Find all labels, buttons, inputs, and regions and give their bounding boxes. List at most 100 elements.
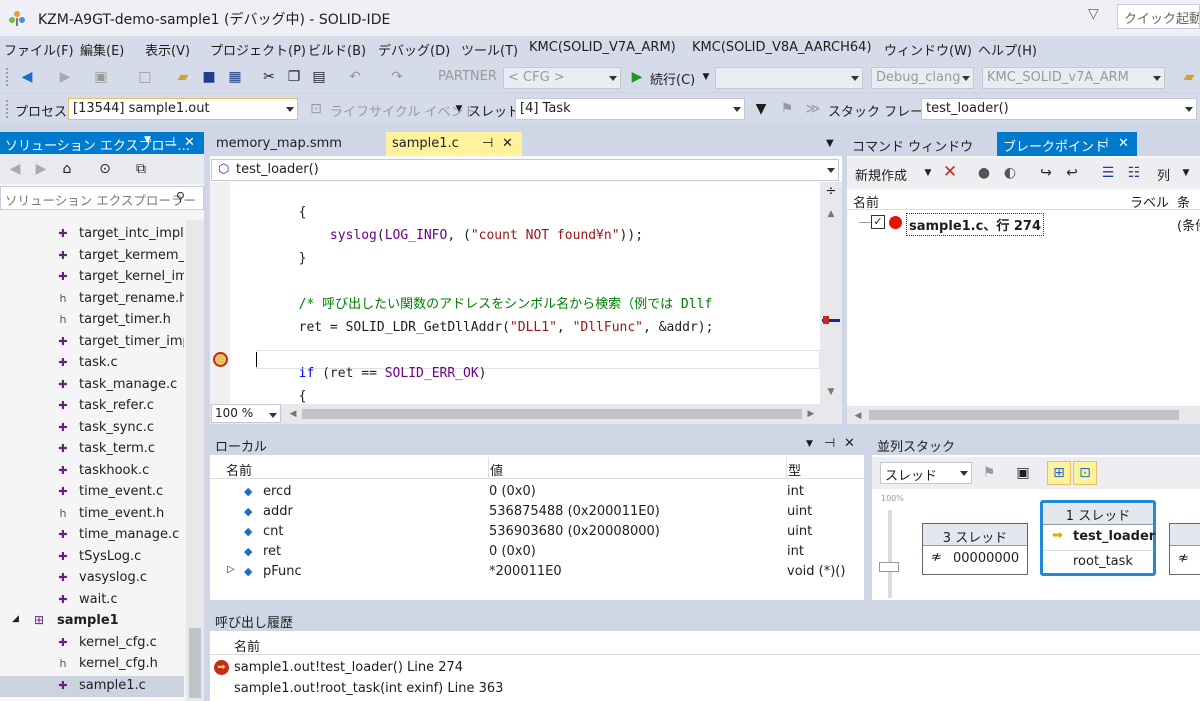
locals-row[interactable]: ▷ ◆ pFunc *200011E0 void (*)()	[210, 562, 864, 582]
locals-row[interactable]: ◆ ret 0 (0x0) int	[210, 542, 864, 562]
tree-item[interactable]: ✚ target_kernel_imp	[0, 267, 184, 289]
tree-item[interactable]: ✚ task.c	[0, 353, 184, 375]
variable-value[interactable]: 0 (0x0)	[489, 484, 536, 499]
horizontal-scrollbar-thumb[interactable]	[302, 409, 802, 419]
tree-item[interactable]: ✚ task_refer.c	[0, 396, 184, 418]
delete-icon[interactable]: ✕	[941, 162, 959, 182]
breakpoints-horizontal-scrollbar[interactable]: ◀	[847, 406, 1200, 424]
save-all-icon[interactable]: ▦	[226, 67, 244, 87]
cfg-combo[interactable]: < CFG >	[503, 67, 621, 89]
window-menu-icon[interactable]: ▼	[144, 135, 151, 145]
column-header-type[interactable]: 型	[786, 457, 801, 479]
columns-button[interactable]: 列	[1157, 165, 1170, 184]
menu-window[interactable]: ウィンドウ(W)	[884, 40, 972, 59]
tab-breakpoints[interactable]: ブレークポイント ⊣ ✕	[997, 132, 1137, 156]
zoom-slider[interactable]: 100%	[877, 494, 905, 598]
menu-edit[interactable]: 編集(E)	[80, 40, 124, 59]
columns-dropdown-icon[interactable]: ▼	[1177, 163, 1195, 183]
stack-frame-row[interactable]: root_task	[1043, 550, 1153, 574]
tree-item-selected[interactable]: ✚ sample1.c	[0, 675, 184, 697]
close-icon[interactable]: ✕	[502, 136, 513, 151]
tree-item[interactable]: h time_event.h	[0, 504, 184, 526]
tree-item[interactable]: ✚ task_term.c	[0, 439, 184, 461]
back-icon[interactable]: ◀	[18, 67, 36, 87]
menu-project[interactable]: プロジェクト(P)	[210, 40, 306, 59]
flag-thread-icon[interactable]: ⚑	[778, 99, 796, 119]
tree-item[interactable]: ✚ wait.c	[0, 590, 184, 612]
tree-item[interactable]: ✚ taskhook.c	[0, 461, 184, 483]
zoom-thumb[interactable]	[879, 562, 899, 572]
variable-value[interactable]: 536875488 (0x200011E0)	[489, 504, 660, 519]
function-navigation-bar[interactable]: ⬡ test_loader()	[211, 159, 839, 181]
column-header-name[interactable]: 名前	[234, 636, 260, 655]
scroll-right-icon[interactable]: ▶	[802, 404, 820, 424]
process-combo[interactable]: [13544] sample1.out	[68, 98, 298, 120]
tree-item[interactable]: ✚ task_manage.c	[0, 375, 184, 397]
export-icon[interactable]: ☰	[1099, 163, 1117, 183]
tree-item[interactable]: ✚ target_intc_impl.c	[0, 224, 184, 246]
pin-icon[interactable]: ⊣	[1097, 136, 1108, 151]
quick-launch-input[interactable]: クイック起動 (C	[1117, 4, 1200, 29]
tree-item[interactable]: h target_rename.h	[0, 289, 185, 311]
scrollbar-thumb[interactable]	[189, 628, 201, 698]
open-folder-icon[interactable]: ▰	[174, 67, 192, 87]
show-flagged-icon[interactable]: ≫	[804, 99, 822, 119]
tab-command-window[interactable]: コマンド ウィンドウ	[847, 132, 997, 156]
column-header-name[interactable]: 名前	[853, 192, 879, 211]
go-to-disassembly-icon[interactable]: ↩	[1063, 163, 1081, 183]
breakpoint-row[interactable]: ✓ sample1.c、行 274 (条件	[847, 213, 1200, 236]
tree-item[interactable]: ✚ kernel_cfg.c	[0, 633, 184, 655]
redo-icon[interactable]: ↷	[388, 67, 406, 87]
stack-frame-combo[interactable]: test_loader()	[921, 98, 1197, 120]
window-menu-icon[interactable]: ▼	[806, 439, 813, 449]
menu-help[interactable]: ヘルプ(H)	[978, 40, 1037, 59]
copy-icon[interactable]: ❐	[285, 67, 303, 87]
split-window-icon[interactable]: ÷	[822, 182, 840, 202]
new-dropdown-icon[interactable]: ▼	[919, 163, 937, 183]
pin-icon[interactable]: ⊣	[824, 436, 835, 451]
continue-icon[interactable]: ▶	[628, 67, 646, 87]
close-icon[interactable]: ✕	[844, 436, 855, 451]
partner-label[interactable]: PARTNER	[438, 69, 497, 84]
save-icon[interactable]: ■	[200, 67, 218, 87]
stack-frame-row[interactable]: ≉ 00000000	[923, 546, 1027, 574]
menu-kmc-v7a[interactable]: KMC(SOLID_V7A_ARM)	[529, 40, 676, 55]
method-view-icon[interactable]: ▣	[1014, 463, 1032, 483]
variable-value[interactable]: 536903680 (0x20008000)	[489, 524, 660, 539]
find-in-files-icon[interactable]: ▰	[1180, 67, 1198, 87]
variable-value[interactable]: 0 (0x0)	[489, 544, 536, 559]
search-icon[interactable]: ⚲	[176, 189, 185, 204]
notification-filter-icon[interactable]: ▽	[1088, 6, 1099, 22]
zoom-combo[interactable]: 100 %	[211, 404, 281, 423]
tree-item[interactable]: h target_timer.h	[0, 310, 184, 332]
column-header-name[interactable]: 名前	[226, 460, 252, 479]
scroll-down-icon[interactable]: ▼	[822, 382, 840, 402]
home-icon[interactable]: ⌂	[58, 159, 76, 179]
breakpoint-enabled-checkbox[interactable]: ✓	[871, 215, 885, 229]
menu-build[interactable]: ビルド(B)	[308, 40, 366, 59]
lifecycle-event-icon[interactable]: ⊡	[307, 99, 325, 119]
pin-icon[interactable]: ⊣	[164, 135, 175, 150]
solution-search-input[interactable]: ソリューション エクスプローラー ⚲	[0, 186, 204, 210]
locals-row[interactable]: ◆ addr 536875488 (0x200011E0) uint	[210, 502, 864, 522]
pin-icon[interactable]: ⊣	[482, 136, 493, 151]
sync-icon[interactable]: ⊙	[96, 159, 114, 179]
undo-icon[interactable]: ↶	[346, 67, 364, 87]
tree-item[interactable]: h kernel_cfg.h	[0, 654, 184, 676]
new-project-icon[interactable]: ▣	[92, 67, 110, 87]
tree-project-node[interactable]: ◢ ⊞ sample1	[0, 611, 184, 633]
add-item-icon[interactable]: □	[136, 67, 154, 87]
stack-box-partial[interactable]: ≉	[1169, 523, 1200, 575]
config-combo[interactable]: Debug_clang	[871, 67, 974, 89]
breakpoint-current-line-icon[interactable]	[213, 352, 228, 367]
tab-overflow-icon[interactable]: ▼	[826, 138, 834, 149]
continue-dropdown-icon[interactable]: ▼	[697, 67, 715, 87]
collapse-all-icon[interactable]: ⧉	[132, 159, 150, 179]
solution-scrollbar[interactable]	[186, 220, 204, 701]
collapse-arrow-icon[interactable]: ◢	[12, 614, 19, 624]
empty-combo[interactable]	[715, 67, 863, 89]
tree-item[interactable]: ✚ time_manage.c	[0, 525, 184, 547]
back-icon[interactable]: ◀	[6, 159, 24, 179]
platform-combo[interactable]: KMC_SOLID_v7A_ARM	[982, 67, 1165, 89]
continue-button[interactable]: 続行(C)	[650, 69, 695, 88]
